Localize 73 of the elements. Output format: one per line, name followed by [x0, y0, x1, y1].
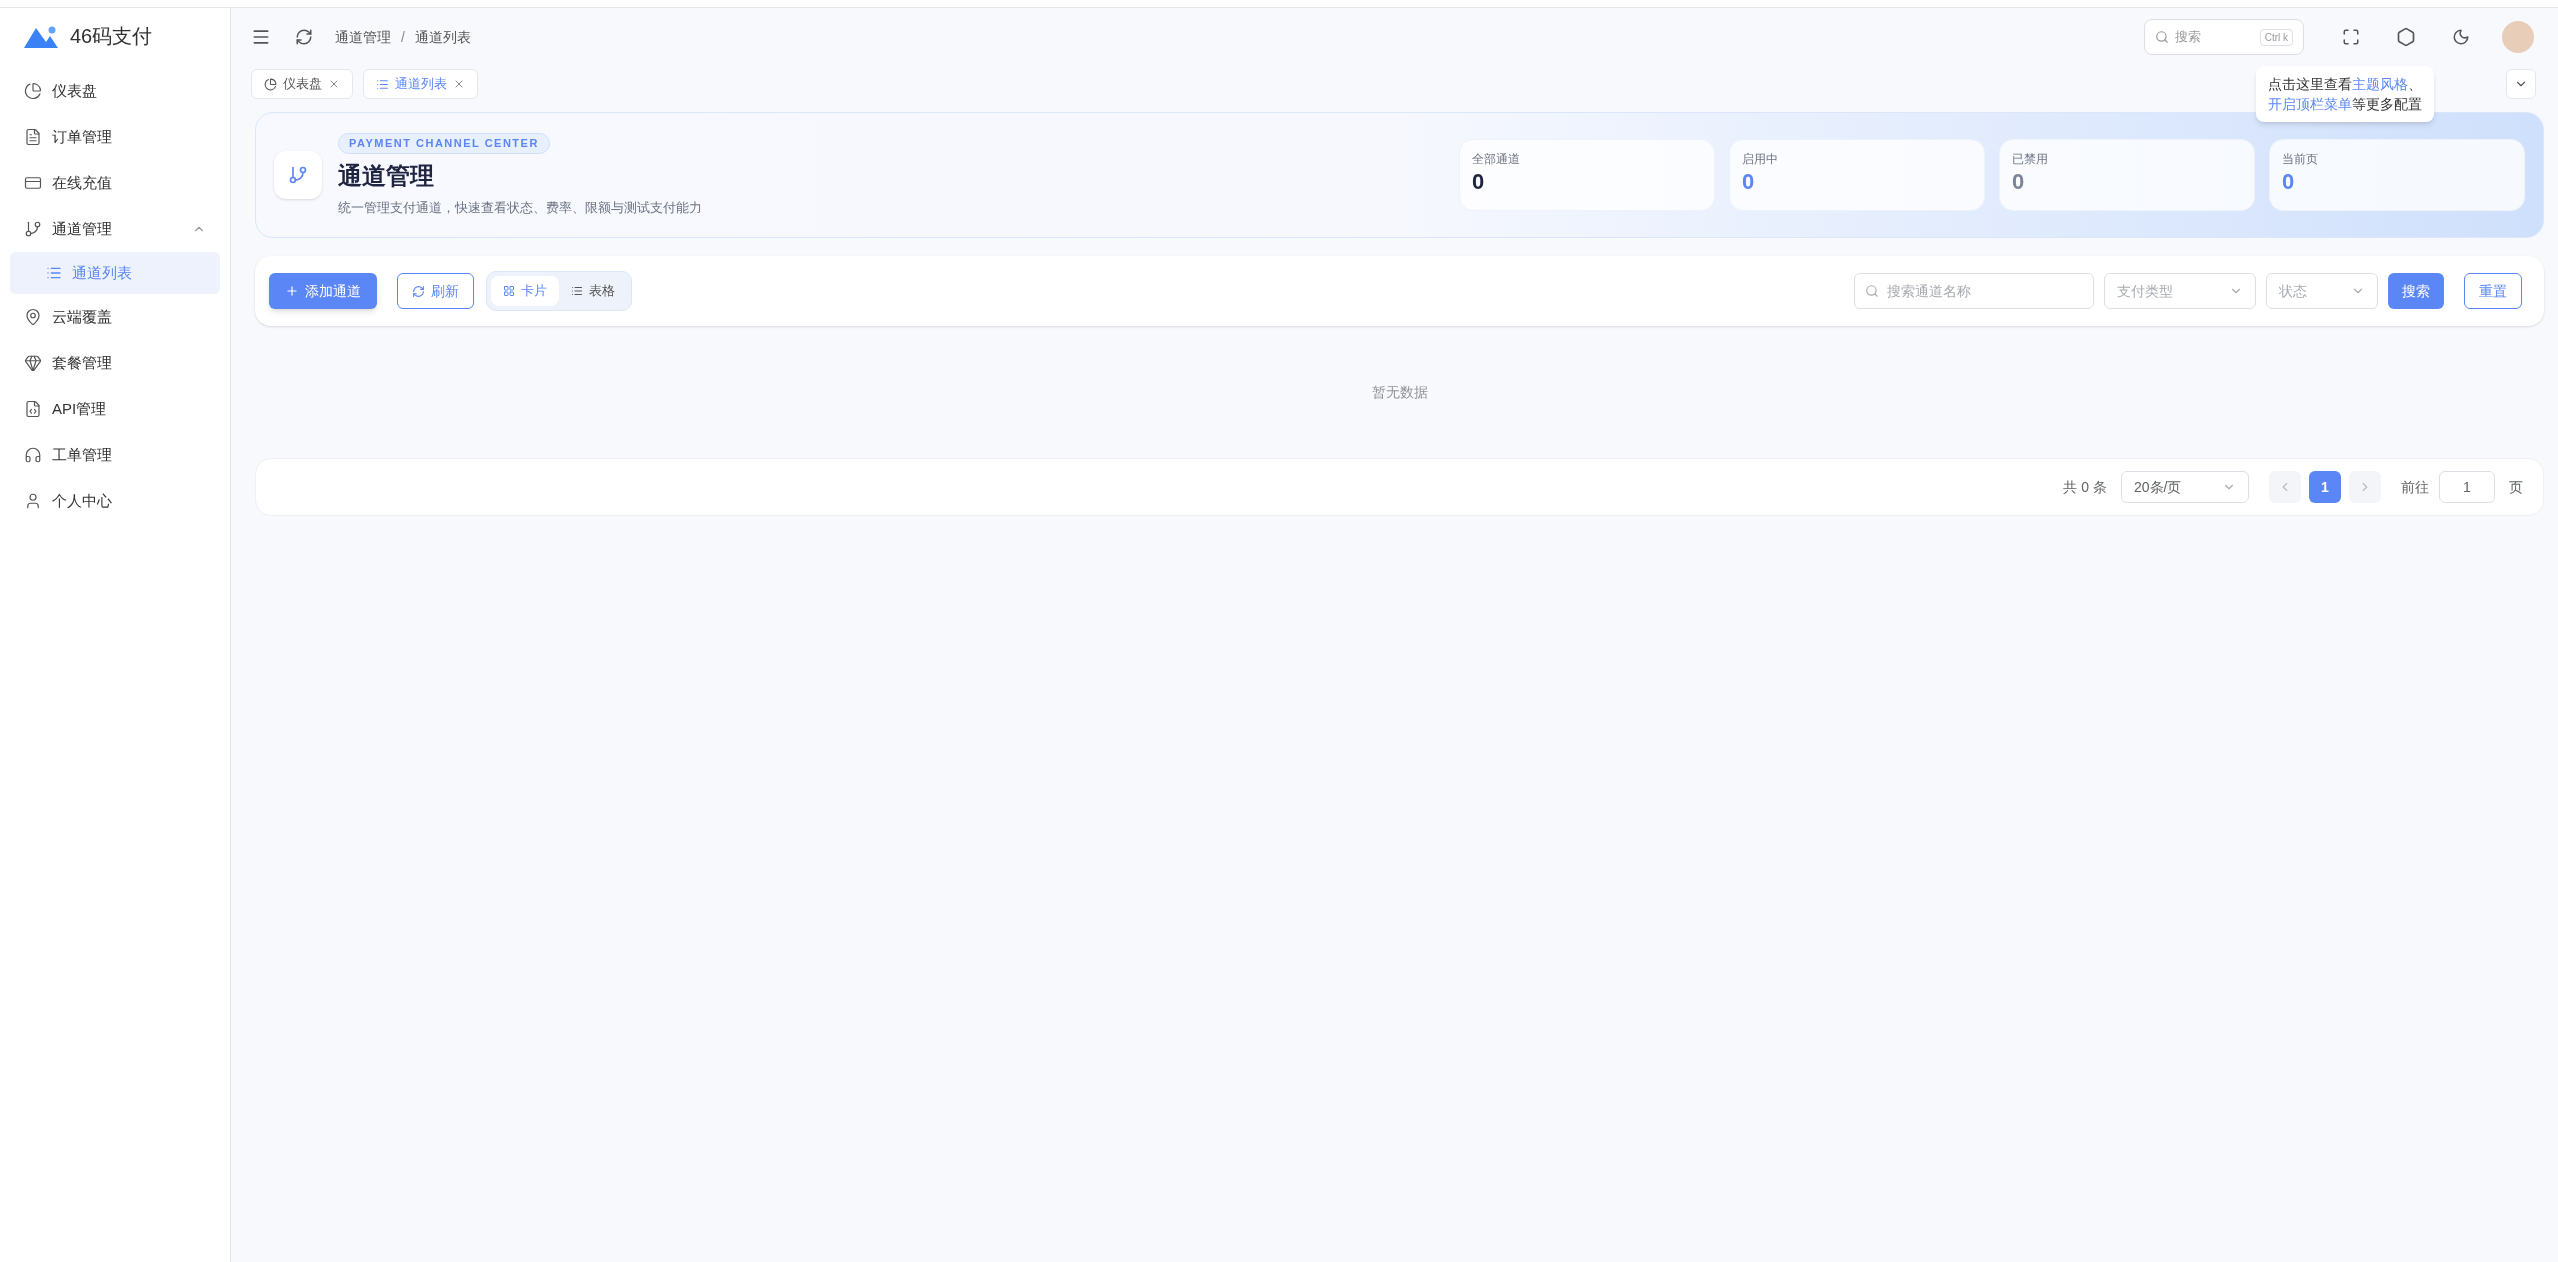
page-size-select[interactable]: 20条/页 [2121, 471, 2249, 503]
close-icon[interactable] [328, 78, 340, 90]
list-icon [376, 77, 389, 91]
goto-page-field[interactable]: 1 [2439, 471, 2495, 503]
sidebar-item[interactable]: API管理 [10, 386, 220, 432]
location-pin-icon [24, 308, 42, 326]
sidebar-item[interactable]: 通道管理 [10, 206, 220, 252]
view-toggle-option[interactable]: 卡片 [491, 276, 559, 306]
reset-button[interactable]: 重置 [2464, 273, 2522, 309]
goto-label: 前往 [2401, 477, 2429, 497]
plus-icon [285, 284, 299, 298]
app-name: 46码支付 [70, 24, 153, 49]
search-button[interactable]: 搜索 [2388, 273, 2444, 309]
tooltip-link[interactable]: 主题风格 [2352, 76, 2408, 92]
refresh-button[interactable]: 刷新 [397, 273, 474, 309]
page-tab[interactable]: 仪表盘 [251, 69, 353, 99]
banner-subtitle: 统一管理支付通道，快速查看状态、费率、限额与测试支付能力 [338, 198, 702, 217]
add-channel-button[interactable]: 添加通道 [269, 273, 377, 309]
user-icon [24, 492, 42, 510]
fullscreen-icon[interactable] [2342, 28, 2360, 46]
stat-label: 启用中 [1742, 151, 1779, 168]
sidebar-item[interactable]: 工单管理 [10, 432, 220, 478]
sidebar-item[interactable]: 云端覆盖 [10, 294, 220, 340]
page-suffix: 页 [2509, 477, 2523, 497]
search-icon [1865, 284, 1879, 298]
sidebar-item[interactable]: 订单管理 [10, 114, 220, 160]
shortcut-key: Ctrl k [2259, 28, 2293, 46]
view-toggle-option[interactable]: 表格 [559, 276, 627, 306]
breadcrumb-separator: / [401, 27, 405, 47]
sidebar-item[interactable]: 套餐管理 [10, 340, 220, 386]
sidebar-item[interactable]: 仪表盘 [10, 68, 220, 114]
document-icon [24, 128, 42, 146]
stat-label: 当前页 [2282, 151, 2319, 168]
branch-icon [288, 165, 308, 185]
branch-icon [24, 220, 42, 238]
breadcrumb-item[interactable]: 通道列表 [414, 26, 471, 48]
grid-icon [503, 285, 515, 297]
stat-value: 0 [2012, 168, 2026, 196]
tooltip-text: 、 [2408, 76, 2422, 92]
headset-icon [24, 446, 42, 464]
page-tab[interactable]: 通道列表 [363, 69, 478, 99]
moon-icon[interactable] [2452, 28, 2470, 46]
tooltip-link[interactable]: 开启顶栏菜单 [2268, 96, 2352, 112]
close-icon[interactable] [453, 78, 465, 90]
banner-title: 通道管理 [338, 160, 435, 191]
tooltip-text: 等更多配置 [2352, 96, 2422, 112]
pie-chart-icon [24, 82, 42, 100]
stat-label: 已禁用 [2012, 151, 2049, 168]
refresh-icon[interactable] [295, 28, 313, 46]
pie-chart-icon [264, 77, 277, 91]
settings-icon[interactable] [2396, 27, 2416, 47]
stat-label: 全部通道 [1472, 151, 1521, 168]
sidebar-item[interactable]: 在线充值 [10, 160, 220, 206]
refresh-icon [412, 284, 425, 298]
stat-value: 0 [2282, 168, 2296, 196]
stat-value: 0 [1472, 168, 1486, 196]
sidebar-subitem[interactable]: 通道列表 [10, 252, 220, 294]
diamond-icon [24, 354, 42, 372]
page-number-button[interactable]: 1 [2309, 471, 2341, 503]
card-icon [24, 174, 42, 192]
stat-value: 0 [1742, 168, 1756, 196]
tooltip-text: 点击这里查看 [2268, 76, 2352, 92]
list-icon [571, 285, 583, 297]
menu-icon[interactable] [251, 27, 271, 47]
banner-tag: PAYMENT CHANNEL CENTER [338, 133, 550, 154]
breadcrumb-item[interactable]: 通道管理 [335, 26, 391, 48]
mountain-logo-icon [24, 24, 58, 48]
total-count: 共 0 条 [2063, 477, 2107, 497]
list-icon [46, 265, 62, 281]
search-icon [2155, 30, 2169, 44]
sidebar-item[interactable]: 个人中心 [10, 478, 220, 524]
code-icon [24, 400, 42, 418]
empty-state-text: 暂无数据 [1371, 382, 1428, 402]
